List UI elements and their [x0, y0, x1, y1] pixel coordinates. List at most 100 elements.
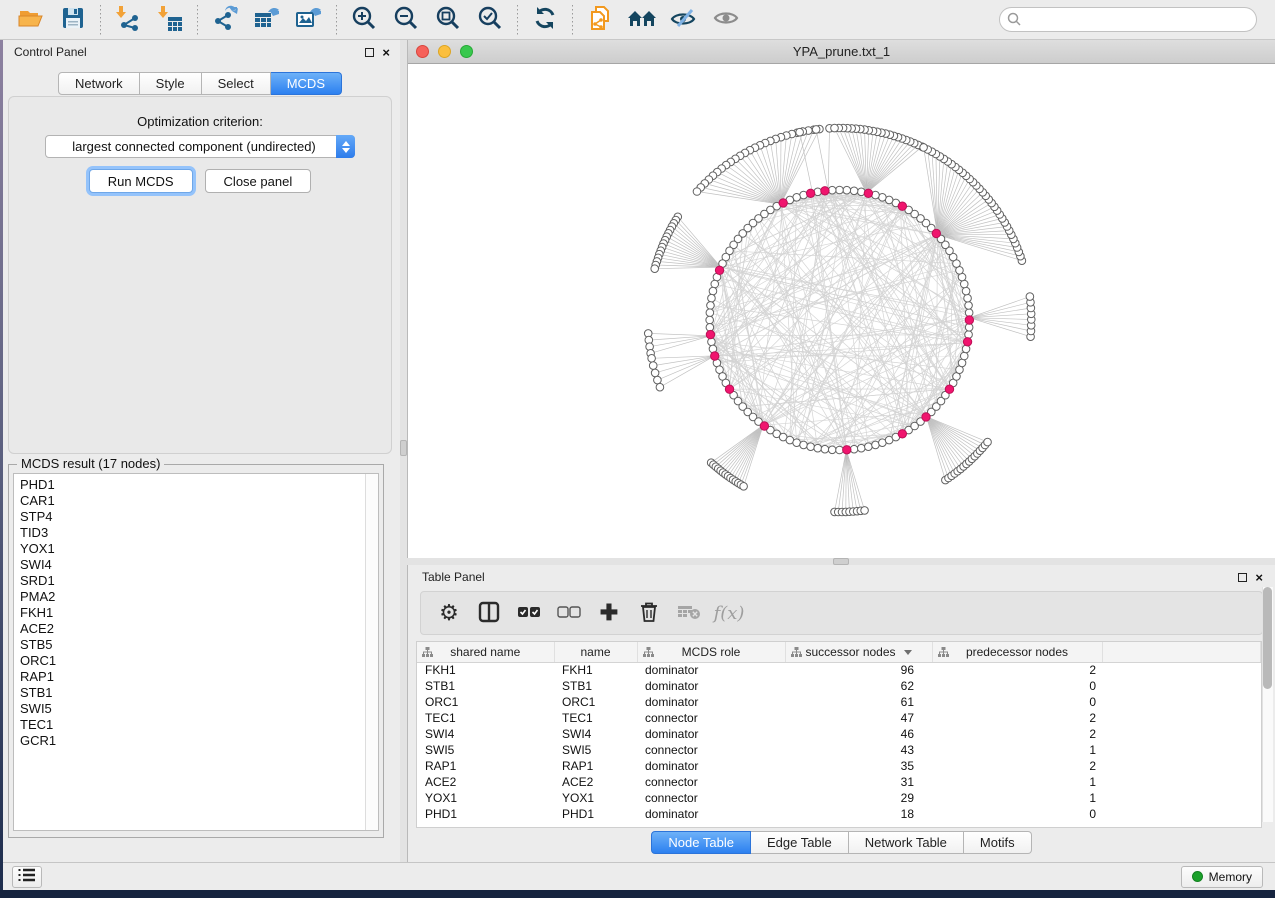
- mcds-node-item[interactable]: SRD1: [20, 573, 378, 589]
- import-network-button[interactable]: [107, 3, 149, 37]
- close-panel-action-button[interactable]: Close panel: [205, 169, 312, 193]
- save-disk-icon: [61, 6, 85, 33]
- mcds-node-item[interactable]: ACE2: [20, 621, 378, 637]
- mcds-node-item[interactable]: TID3: [20, 525, 378, 541]
- scrollbar-thumb[interactable]: [1263, 587, 1272, 689]
- first-neighbors-button[interactable]: [621, 3, 663, 37]
- unchecked-boxes-icon: [557, 606, 581, 621]
- tab-node-table[interactable]: Node Table: [651, 831, 751, 854]
- mcds-node-item[interactable]: PMA2: [20, 589, 378, 605]
- refresh-view-button[interactable]: [524, 3, 566, 37]
- table-row[interactable]: YOX1YOX1connector291: [417, 790, 1261, 806]
- tab-network[interactable]: Network: [58, 72, 140, 95]
- tab-network-table[interactable]: Network Table: [849, 831, 964, 854]
- refresh-icon: [532, 5, 558, 34]
- mcds-result-title: MCDS result (17 nodes): [17, 456, 164, 471]
- mcds-node-item[interactable]: TEC1: [20, 717, 378, 733]
- table-row[interactable]: PHD1PHD1dominator180: [417, 806, 1261, 822]
- toolbar-separator: [336, 5, 337, 35]
- export-network-button[interactable]: [204, 3, 246, 37]
- zoom-out-button[interactable]: [385, 3, 427, 37]
- vertical-splitter[interactable]: [400, 40, 407, 862]
- table-row[interactable]: SWI4SWI4dominator462: [417, 726, 1261, 742]
- mcds-node-item[interactable]: YOX1: [20, 541, 378, 557]
- tab-edge-table[interactable]: Edge Table: [751, 831, 849, 854]
- splitter-handle[interactable]: [400, 440, 407, 456]
- show-all-button[interactable]: [705, 3, 747, 37]
- tab-motifs[interactable]: Motifs: [964, 831, 1032, 854]
- mcds-node-item[interactable]: SWI4: [20, 557, 378, 573]
- horizontal-splitter[interactable]: [407, 558, 1275, 565]
- mcds-node-item[interactable]: STB1: [20, 685, 378, 701]
- status-menu-button[interactable]: [12, 866, 42, 888]
- mcds-result-list[interactable]: PHD1CAR1STP4TID3YOX1SWI4SRD1PMA2FKH1ACE2…: [13, 473, 379, 831]
- open-file-button[interactable]: [10, 3, 52, 37]
- column-header[interactable]: MCDS role: [637, 642, 785, 662]
- network-graph[interactable]: [408, 64, 1275, 558]
- mcds-node-item[interactable]: RAP1: [20, 669, 378, 685]
- delete-columns-button[interactable]: [631, 595, 667, 631]
- table-row[interactable]: SWI5SWI5connector431: [417, 742, 1261, 758]
- apply-function-button[interactable]: f(x): [711, 595, 747, 631]
- close-window-button[interactable]: [416, 45, 429, 58]
- optimization-criterion-select[interactable]: largest connected component (undirected): [45, 135, 355, 158]
- mcds-node-item[interactable]: STP4: [20, 509, 378, 525]
- splitter-handle[interactable]: [833, 558, 849, 565]
- function-icon: f(x): [714, 603, 745, 624]
- delete-table-button[interactable]: [671, 595, 707, 631]
- float-panel-button[interactable]: [365, 48, 374, 57]
- tab-style[interactable]: Style: [140, 72, 202, 95]
- import-network-icon: [115, 5, 141, 34]
- zoom-selected-button[interactable]: [469, 3, 511, 37]
- search-input[interactable]: [999, 7, 1257, 32]
- mcds-node-item[interactable]: PHD1: [20, 477, 378, 493]
- export-image-button[interactable]: [288, 3, 330, 37]
- table-row[interactable]: RAP1RAP1dominator352: [417, 758, 1261, 774]
- run-mcds-button[interactable]: Run MCDS: [89, 169, 193, 193]
- float-table-panel-button[interactable]: [1238, 573, 1247, 582]
- trash-icon: [639, 601, 659, 626]
- gear-icon: ⚙: [439, 602, 459, 624]
- memory-button[interactable]: Memory: [1181, 866, 1263, 888]
- open-folder-icon: [18, 6, 44, 33]
- export-table-button[interactable]: [246, 3, 288, 37]
- import-table-button[interactable]: [149, 3, 191, 37]
- table-row[interactable]: ACE2ACE2connector311: [417, 774, 1261, 790]
- column-header[interactable]: predecessor nodes: [932, 642, 1102, 662]
- mcds-node-item[interactable]: GCR1: [20, 733, 378, 749]
- minimize-window-button[interactable]: [438, 45, 451, 58]
- result-list-scrollbar[interactable]: [365, 474, 378, 830]
- table-row[interactable]: FKH1FKH1dominator962: [417, 662, 1261, 678]
- table-row[interactable]: STB1STB1dominator620: [417, 678, 1261, 694]
- save-session-button[interactable]: [52, 3, 94, 37]
- main-toolbar: [0, 0, 1275, 40]
- duplicate-network-button[interactable]: [579, 3, 621, 37]
- zoom-fit-button[interactable]: [427, 3, 469, 37]
- close-panel-button[interactable]: ×: [382, 46, 390, 59]
- close-table-panel-button[interactable]: ×: [1255, 571, 1263, 584]
- table-scrollbar[interactable]: [1262, 587, 1273, 822]
- select-all-columns-button[interactable]: [511, 595, 547, 631]
- tab-select[interactable]: Select: [202, 72, 271, 95]
- table-row[interactable]: ORC1ORC1dominator610: [417, 694, 1261, 710]
- zoom-in-button[interactable]: [343, 3, 385, 37]
- column-header[interactable]: successor nodes: [785, 642, 932, 662]
- column-header[interactable]: name: [554, 642, 637, 662]
- table-settings-button[interactable]: ⚙: [431, 595, 467, 631]
- hide-selected-button[interactable]: [663, 3, 705, 37]
- table-row[interactable]: TEC1TEC1connector472: [417, 710, 1261, 726]
- network-canvas[interactable]: [408, 64, 1275, 558]
- mcds-node-item[interactable]: ORC1: [20, 653, 378, 669]
- mcds-node-item[interactable]: STB5: [20, 637, 378, 653]
- toolbar-separator: [100, 5, 101, 35]
- desktop-edge: [0, 40, 3, 890]
- column-header[interactable]: shared name: [417, 642, 554, 662]
- deselect-all-columns-button[interactable]: [551, 595, 587, 631]
- mcds-node-item[interactable]: SWI5: [20, 701, 378, 717]
- show-columns-button[interactable]: [471, 595, 507, 631]
- tab-mcds[interactable]: MCDS: [271, 72, 342, 95]
- create-column-button[interactable]: ✚: [591, 595, 627, 631]
- maximize-window-button[interactable]: [460, 45, 473, 58]
- mcds-node-item[interactable]: CAR1: [20, 493, 378, 509]
- mcds-node-item[interactable]: FKH1: [20, 605, 378, 621]
